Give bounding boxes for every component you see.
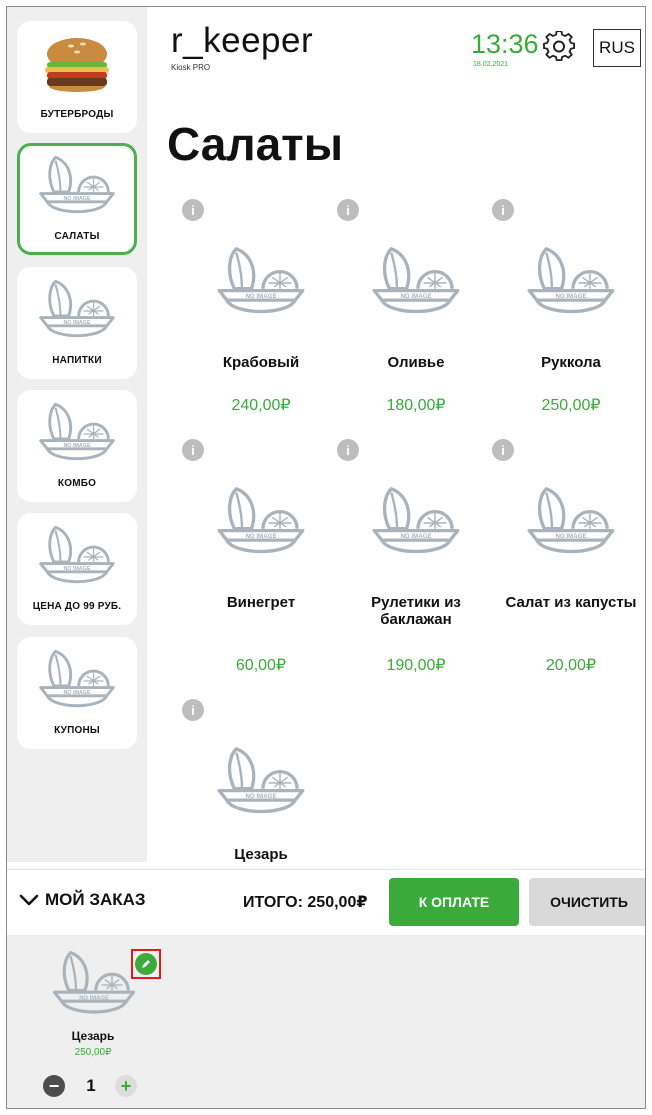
sidebar-item-label: БУТЕРБРОДЫ	[40, 109, 114, 120]
my-order-toggle[interactable]: МОЙ ЗАКАЗ	[19, 890, 146, 910]
product-price: 240,00₽	[231, 397, 291, 414]
product-name[interactable]: Руккола	[491, 354, 645, 372]
quantity-value: 1	[86, 1076, 96, 1095]
sidebar-item-label: КУПОНЫ	[54, 725, 100, 736]
gear-icon[interactable]	[543, 31, 575, 63]
edit-highlight	[131, 949, 161, 979]
no-image-icon[interactable]	[368, 485, 464, 561]
sidebar-item-label: КОМБО	[57, 478, 97, 489]
language-button[interactable]: RUS	[593, 29, 641, 67]
sidebar-item-label: САЛАТЫ	[54, 231, 100, 242]
info-icon[interactable]: i	[182, 199, 204, 221]
burger-image	[45, 38, 109, 92]
no-image-icon	[35, 524, 119, 590]
no-image-icon	[35, 154, 119, 220]
no-image-icon	[35, 648, 119, 714]
order-bar: МОЙ ЗАКАЗ ИТОГО: 250,00₽ К ОПЛАТЕ ОЧИСТИ…	[7, 869, 645, 935]
product-price: 180,00₽	[386, 397, 446, 414]
product-name[interactable]: Салат из капусты	[491, 594, 645, 612]
product-name[interactable]: Винегрет	[181, 594, 341, 612]
no-image-icon[interactable]	[213, 245, 309, 321]
no-image-icon[interactable]	[523, 485, 619, 561]
sidebar-item-napitki[interactable]: НАПИТКИ	[17, 267, 137, 379]
my-order-label: МОЙ ЗАКАЗ	[45, 890, 146, 909]
brand-logo: r_keeper	[171, 21, 314, 60]
no-image-icon[interactable]	[368, 245, 464, 321]
product-name[interactable]: Цезарь	[181, 846, 341, 864]
quantity-increase-button[interactable]: +	[115, 1075, 137, 1097]
no-image-icon[interactable]	[523, 245, 619, 321]
product-name[interactable]: Оливье	[336, 354, 496, 372]
order-item-name: Цезарь	[71, 1029, 115, 1043]
order-total: ИТОГО: 250,00₽	[243, 894, 368, 911]
quantity-decrease-button[interactable]: −	[43, 1075, 65, 1097]
pay-button[interactable]: К ОПЛАТЕ	[389, 878, 519, 926]
no-image-icon[interactable]	[213, 745, 309, 821]
product-price: 20,00₽	[545, 657, 597, 674]
order-item-price: 250,00₽	[74, 1047, 112, 1058]
category-sidebar: БУТЕРБРОДЫ САЛАТЫ НАПИТКИ КОМБО ЦЕНА ДО …	[7, 7, 147, 862]
sidebar-item-salaty[interactable]: САЛАТЫ	[17, 143, 137, 255]
sidebar-item-kombo[interactable]: КОМБО	[17, 390, 137, 502]
no-image-icon	[35, 401, 119, 467]
clear-button[interactable]: ОЧИСТИТЬ	[529, 878, 645, 926]
product-price: 190,00₽	[386, 657, 446, 674]
sidebar-item-buterbrody[interactable]: БУТЕРБРОДЫ	[17, 21, 137, 133]
no-image-icon[interactable]	[213, 485, 309, 561]
kiosk-screen: БУТЕРБРОДЫ САЛАТЫ НАПИТКИ КОМБО ЦЕНА ДО …	[6, 6, 646, 1109]
order-tray: Цезарь 250,00₽ − 1 +	[7, 935, 645, 1108]
sidebar-item-cena-do-99[interactable]: ЦЕНА ДО 99 РУБ.	[17, 513, 137, 625]
product-price: 60,00₽	[235, 657, 287, 674]
info-icon[interactable]: i	[337, 439, 359, 461]
order-item: Цезарь 250,00₽ − 1 +	[43, 949, 161, 1108]
sidebar-item-kupony[interactable]: КУПОНЫ	[17, 637, 137, 749]
page-title: Салаты	[167, 118, 343, 170]
info-icon[interactable]: i	[337, 199, 359, 221]
info-icon[interactable]: i	[492, 439, 514, 461]
sidebar-item-label: ЦЕНА ДО 99 РУБ.	[32, 601, 122, 612]
info-icon[interactable]: i	[182, 439, 204, 461]
no-image-icon	[35, 278, 119, 344]
info-icon[interactable]: i	[182, 699, 204, 721]
no-image-icon	[49, 949, 139, 1021]
clock-date: 18.02.2021	[473, 61, 509, 68]
chevron-down-icon	[19, 894, 39, 906]
clock-time: 13:36	[471, 29, 539, 59]
info-icon[interactable]: i	[492, 199, 514, 221]
product-name[interactable]: Крабовый	[181, 354, 341, 372]
brand-subtitle: Kiosk PRO	[171, 63, 211, 72]
product-name[interactable]: Рулетики из баклажан	[346, 594, 486, 628]
product-price: 250,00₽	[541, 397, 601, 414]
sidebar-item-label: НАПИТКИ	[52, 355, 102, 366]
